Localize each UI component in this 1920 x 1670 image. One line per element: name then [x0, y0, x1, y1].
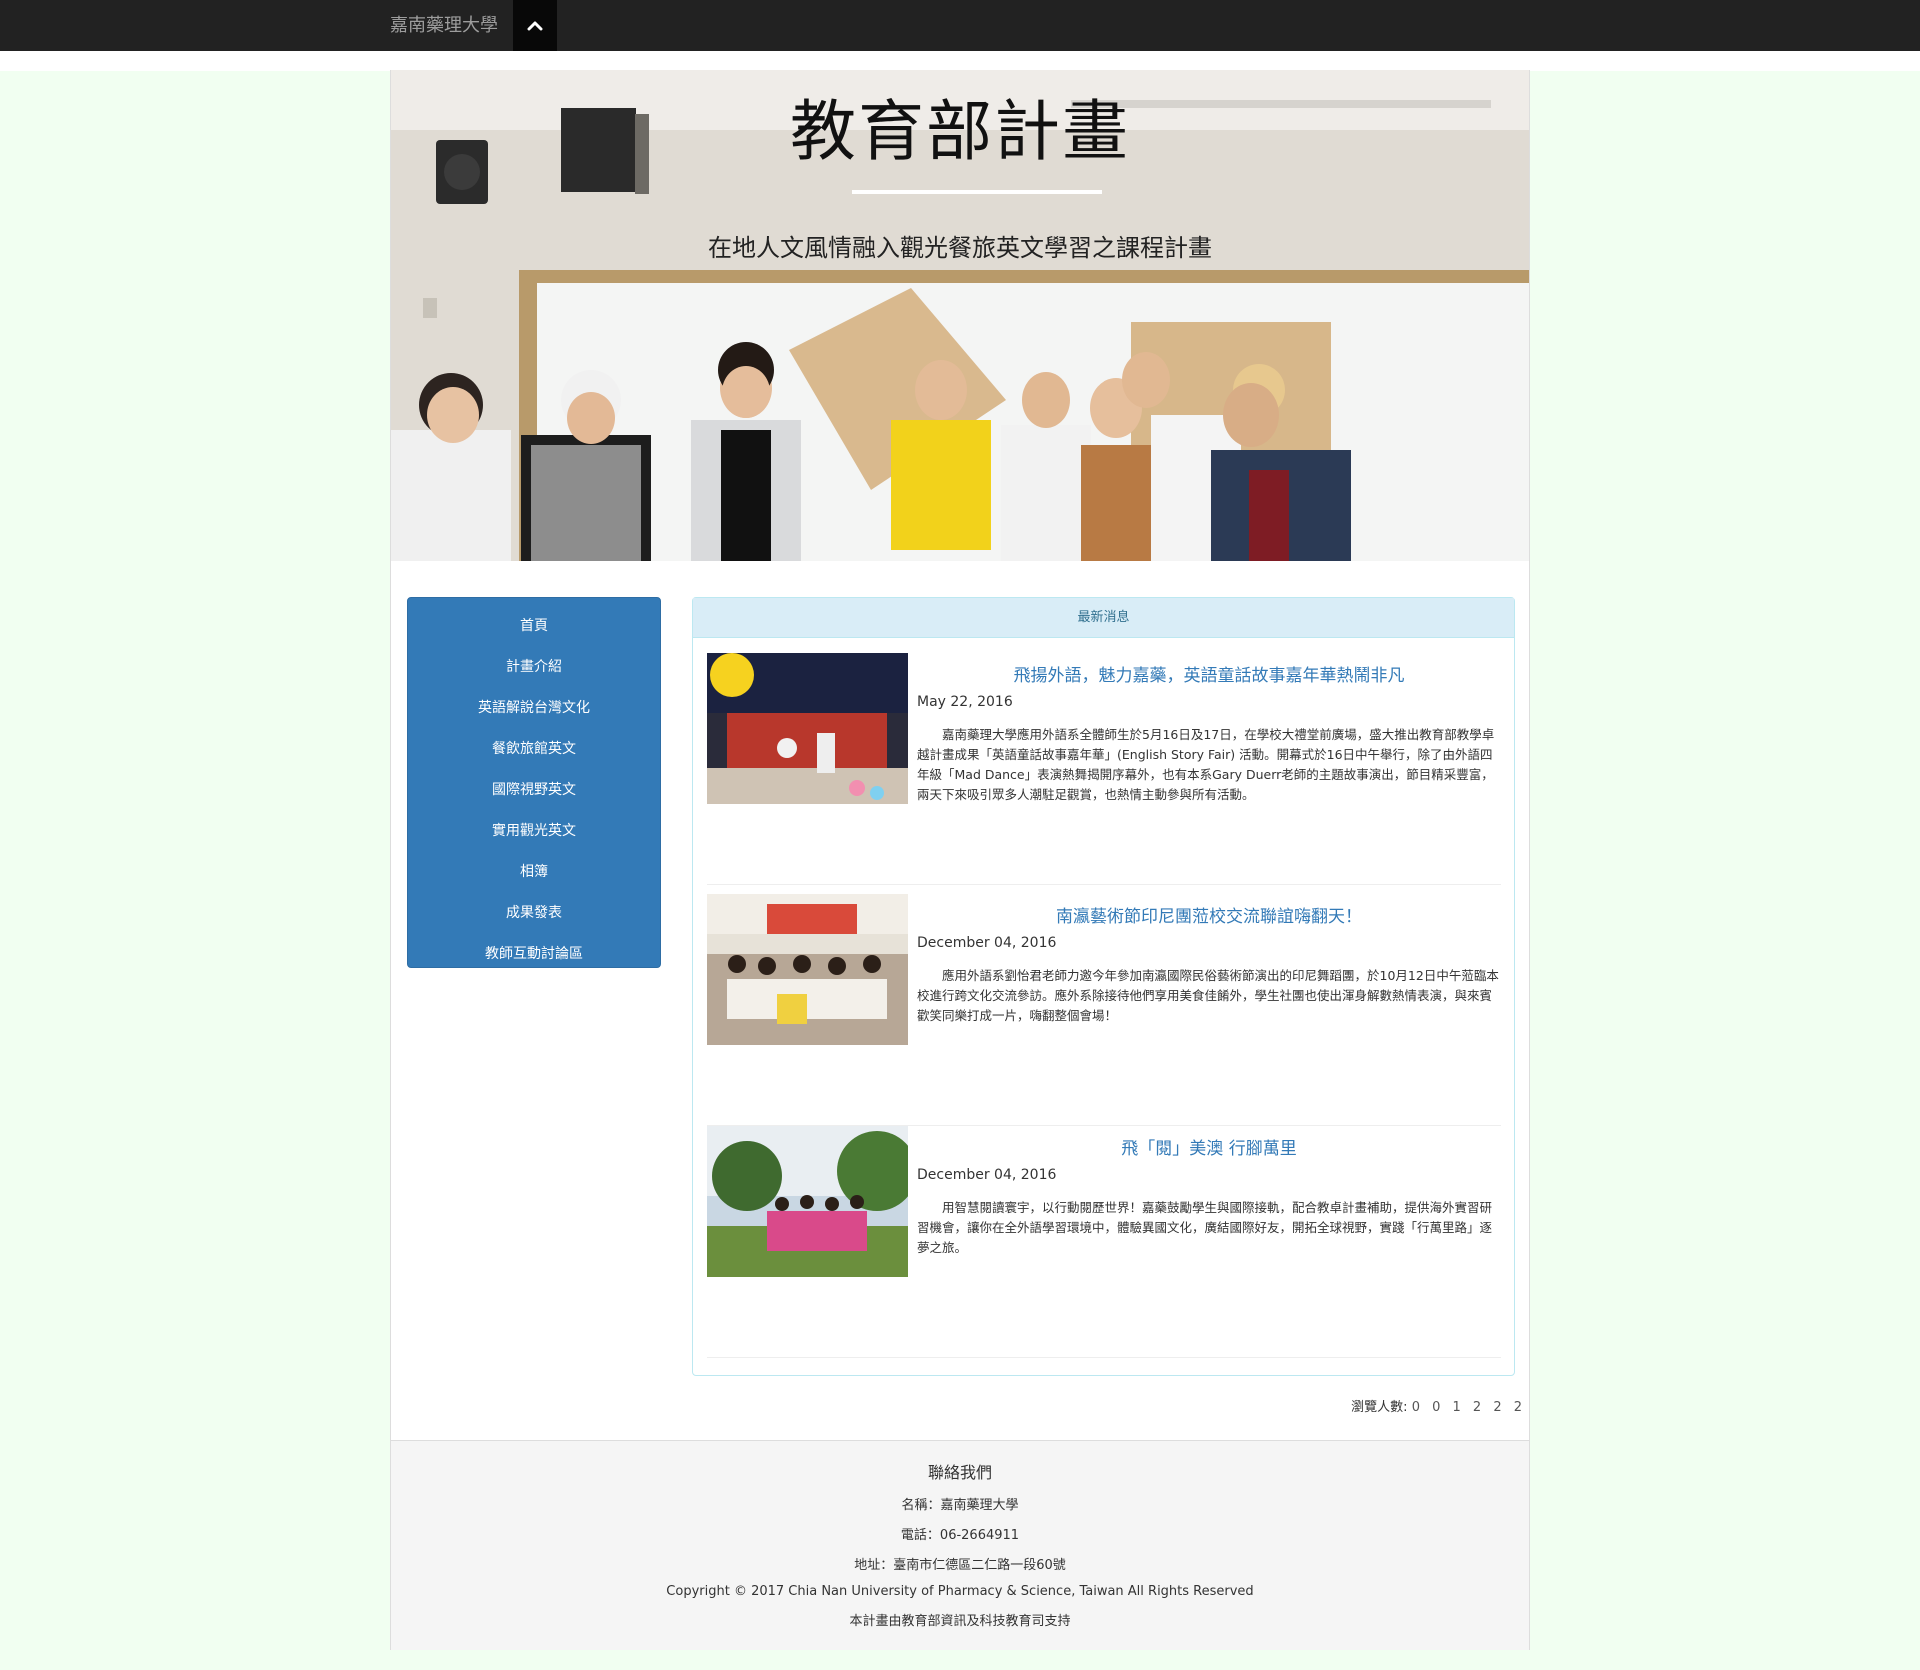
- news-thumbnail[interactable]: [707, 1126, 908, 1277]
- footer-heading: 聯絡我們: [927, 1463, 992, 1482]
- news-photo-story-fair: [707, 653, 908, 804]
- hero-title: 教育部計畫: [790, 93, 1130, 170]
- visitor-counter-digits: 0 0 1 2 2 2: [1411, 1400, 1526, 1415]
- news-item: 南瀛藝術節印尼團蒞校交流聯誼嗨翻天！ December 04, 2016 應用外…: [707, 894, 1501, 1126]
- sidebar-menu: 首頁 計畫介紹 英語解說台灣文化 餐飲旅館英文 國際視野英文 實用觀光英文 相簿…: [407, 597, 661, 968]
- news-item: 飛「閱」美澳 行腳萬里 December 04, 2016 用智慧閱讀寰宇，以行…: [707, 1126, 1501, 1358]
- news-photo-indonesia-group: [707, 894, 908, 1045]
- hero-banner: 教育部計畫 在地人文風情融入觀光餐旅英文學習之課程計畫: [391, 70, 1529, 561]
- footer: 聯絡我們 名稱：嘉南藥理大學 電話：06-2664911 地址：臺南市仁德區二仁…: [391, 1440, 1529, 1650]
- hero-divider: [852, 190, 1102, 194]
- news-date: December 04, 2016: [917, 935, 1057, 951]
- sidebar-item-teacher-forum[interactable]: 教師互動討論區: [408, 934, 660, 975]
- news-title-link[interactable]: 南瀛藝術節印尼團蒞校交流聯誼嗨翻天！: [917, 902, 1501, 927]
- sidebar-item-home[interactable]: 首頁: [408, 606, 660, 647]
- news-body: 嘉南藥理大學應用外語系全體師生於5月16日及17日，在學校大禮堂前廣場，盛大推出…: [917, 727, 1495, 802]
- news-thumbnail[interactable]: [707, 653, 908, 804]
- news-date: December 04, 2016: [917, 1167, 1057, 1183]
- news-body: 應用外語系劉怡君老師力邀今年參加南瀛國際民俗藝術節演出的印尼舞蹈團，於10月12…: [917, 968, 1499, 1023]
- chevron-up-icon: [527, 21, 543, 30]
- navbar-spacer: [0, 51, 1920, 71]
- hero-subtitle: 在地人文風情融入觀光餐旅英文學習之課程計畫: [708, 234, 1212, 262]
- footer-copyright: Copyright © 2017 Chia Nan University of …: [666, 1584, 1254, 1599]
- sidebar-item-album[interactable]: 相簿: [408, 852, 660, 893]
- news-date: May 22, 2016: [917, 694, 1013, 710]
- footer-address: 地址：臺南市仁德區二仁路一段60號: [854, 1558, 1066, 1573]
- news-thumbnail[interactable]: [707, 894, 908, 1045]
- footer-name: 名稱：嘉南藥理大學: [901, 1498, 1019, 1513]
- news-title-link[interactable]: 飛「閱」美澳 行腳萬里: [917, 1134, 1501, 1159]
- sidebar-item-project-intro[interactable]: 計畫介紹: [408, 647, 660, 688]
- news-panel: 最新消息 飛揚外語，魅力嘉藥，英語童話故事嘉年華熱鬧非凡 May 22, 201…: [692, 597, 1515, 1376]
- news-photo-banner-group: [707, 1126, 908, 1277]
- visitor-counter: 瀏覽人數: 0 0 1 2 2 2: [1351, 1396, 1526, 1415]
- footer-support: 本計畫由教育部資訊及科技教育司支持: [849, 1614, 1071, 1629]
- top-navbar: 嘉南藥理大學: [0, 0, 1920, 51]
- sidebar-item-hospitality-english[interactable]: 餐飲旅館英文: [408, 729, 660, 770]
- footer-phone: 電話：06-2664911: [900, 1528, 1020, 1543]
- news-title-link[interactable]: 飛揚外語，魅力嘉藥，英語童話故事嘉年華熱鬧非凡: [917, 661, 1501, 686]
- navbar-toggle-button[interactable]: [513, 0, 557, 51]
- sidebar-item-english-taiwan-culture[interactable]: 英語解說台灣文化: [408, 688, 660, 729]
- news-body: 用智慧閱讀寰宇，以行動閱歷世界！嘉藥鼓勵學生與國際接軌，配合教卓計畫補助，提供海…: [917, 1200, 1493, 1255]
- news-item: 飛揚外語，魅力嘉藥，英語童話故事嘉年華熱鬧非凡 May 22, 2016 嘉南藥…: [707, 653, 1501, 885]
- sidebar-item-results[interactable]: 成果發表: [408, 893, 660, 934]
- news-panel-heading: 最新消息: [693, 598, 1514, 638]
- navbar-brand[interactable]: 嘉南藥理大學: [390, 0, 498, 51]
- sidebar-item-international-english[interactable]: 國際視野英文: [408, 770, 660, 811]
- main-container: 教育部計畫 在地人文風情融入觀光餐旅英文學習之課程計畫 首頁 計畫介紹 英語解說…: [390, 70, 1530, 1650]
- visitor-counter-label: 瀏覽人數:: [1351, 1400, 1408, 1415]
- sidebar-item-practical-tourism-english[interactable]: 實用觀光英文: [408, 811, 660, 852]
